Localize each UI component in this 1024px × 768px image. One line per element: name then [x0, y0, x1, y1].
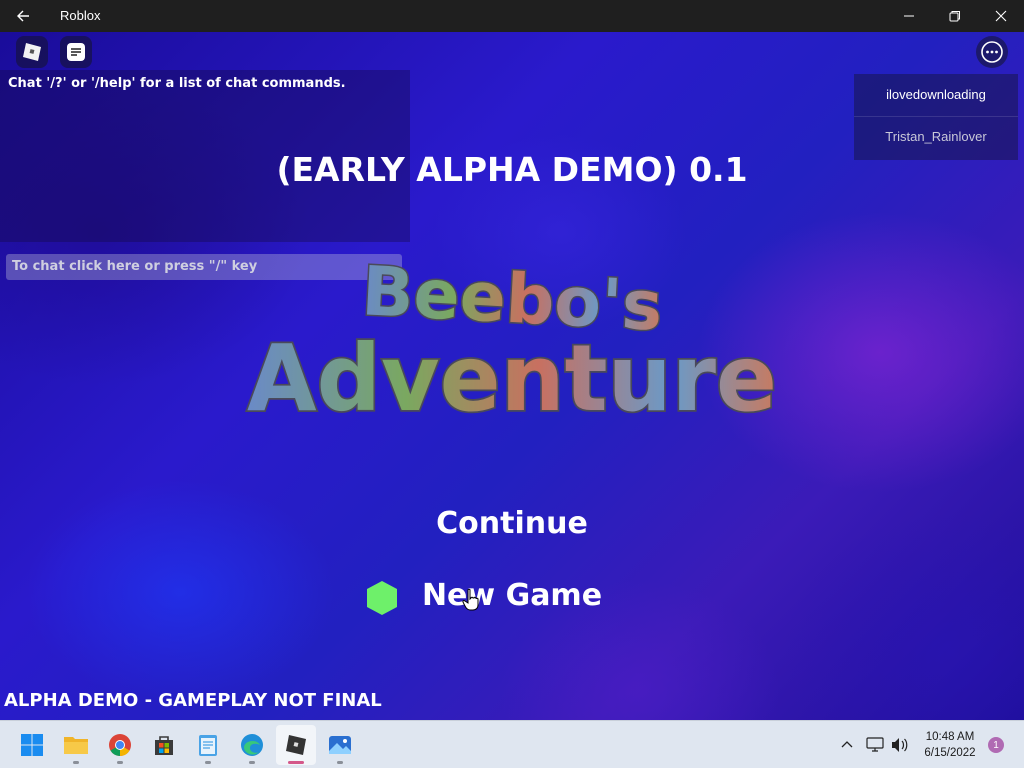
- active-app-indicator: [288, 761, 304, 764]
- photos-icon: [329, 736, 351, 754]
- game-viewport[interactable]: Chat '/?' or '/help' for a list of chat …: [0, 32, 1024, 720]
- running-indicator: [249, 761, 255, 764]
- new-game-button[interactable]: New Game: [0, 578, 1024, 613]
- restore-icon: [949, 11, 960, 22]
- clock-date: 6/15/2022: [924, 747, 976, 759]
- notepad-icon: [199, 735, 217, 756]
- restore-button[interactable]: [932, 0, 978, 32]
- taskbar-notepad[interactable]: [188, 725, 228, 765]
- hand-cursor-icon: [462, 588, 479, 611]
- show-hidden-icons-button[interactable]: [836, 721, 858, 768]
- chat-input-placeholder: To chat click here or press "/" key: [12, 259, 258, 274]
- speaker-icon: [892, 738, 908, 752]
- taskbar-photos[interactable]: [320, 725, 360, 765]
- window-title: Roblox: [60, 8, 101, 23]
- close-button[interactable]: [978, 0, 1024, 32]
- more-icon: [981, 41, 1003, 63]
- taskbar-edge[interactable]: [232, 725, 272, 765]
- close-icon: [995, 10, 1007, 22]
- taskbar-store[interactable]: [144, 725, 184, 765]
- roblox-icon: [286, 735, 306, 755]
- chrome-icon: [109, 734, 131, 756]
- back-arrow-icon[interactable]: [14, 6, 34, 26]
- taskbar-clock[interactable]: 10:48 AM 6/15/2022: [914, 729, 986, 761]
- continue-button[interactable]: Continue: [0, 506, 1024, 541]
- chat-icon: [67, 43, 85, 61]
- running-indicator: [205, 761, 211, 764]
- roblox-menu-button[interactable]: [16, 36, 48, 68]
- minimize-icon: [904, 15, 914, 17]
- clock-time: 10:48 AM: [925, 731, 975, 743]
- running-indicator: [73, 761, 79, 764]
- edge-icon: [241, 734, 263, 756]
- file-explorer-icon: [64, 737, 88, 754]
- minimize-button[interactable]: [886, 0, 932, 32]
- version-label: (EARLY ALPHA DEMO) 0.1: [276, 150, 748, 189]
- logo-line2: Adventure: [247, 325, 777, 428]
- chevron-up-icon: [841, 741, 853, 748]
- chat-toggle-button[interactable]: [60, 36, 92, 68]
- alpha-demo-notice: ALPHA DEMO - GAMEPLAY NOT FINAL: [4, 690, 382, 711]
- network-icon: [866, 737, 884, 752]
- running-indicator: [117, 761, 123, 764]
- taskbar-file-explorer[interactable]: [56, 725, 96, 765]
- network-status-button[interactable]: [864, 721, 886, 768]
- taskbar-roblox[interactable]: [276, 725, 316, 765]
- taskbar: 10:48 AM 6/15/2022 1: [0, 720, 1024, 768]
- player-list: ilovedownloading Tristan_Rainlover: [854, 74, 1018, 160]
- more-options-button[interactable]: [976, 36, 1008, 68]
- volume-button[interactable]: [888, 721, 912, 768]
- start-icon: [21, 734, 43, 756]
- notification-badge[interactable]: 1: [988, 737, 1004, 753]
- start-button[interactable]: [12, 725, 52, 765]
- store-icon: [155, 736, 173, 755]
- taskbar-chrome[interactable]: [100, 725, 140, 765]
- window-titlebar: Roblox: [0, 0, 1024, 32]
- player-list-item[interactable]: ilovedownloading: [854, 74, 1018, 114]
- running-indicator: [337, 761, 343, 764]
- game-logo: Beebo's Adventure: [245, 251, 779, 428]
- chat-system-message: Chat '/?' or '/help' for a list of chat …: [8, 76, 346, 91]
- roblox-logo-icon: [23, 43, 41, 61]
